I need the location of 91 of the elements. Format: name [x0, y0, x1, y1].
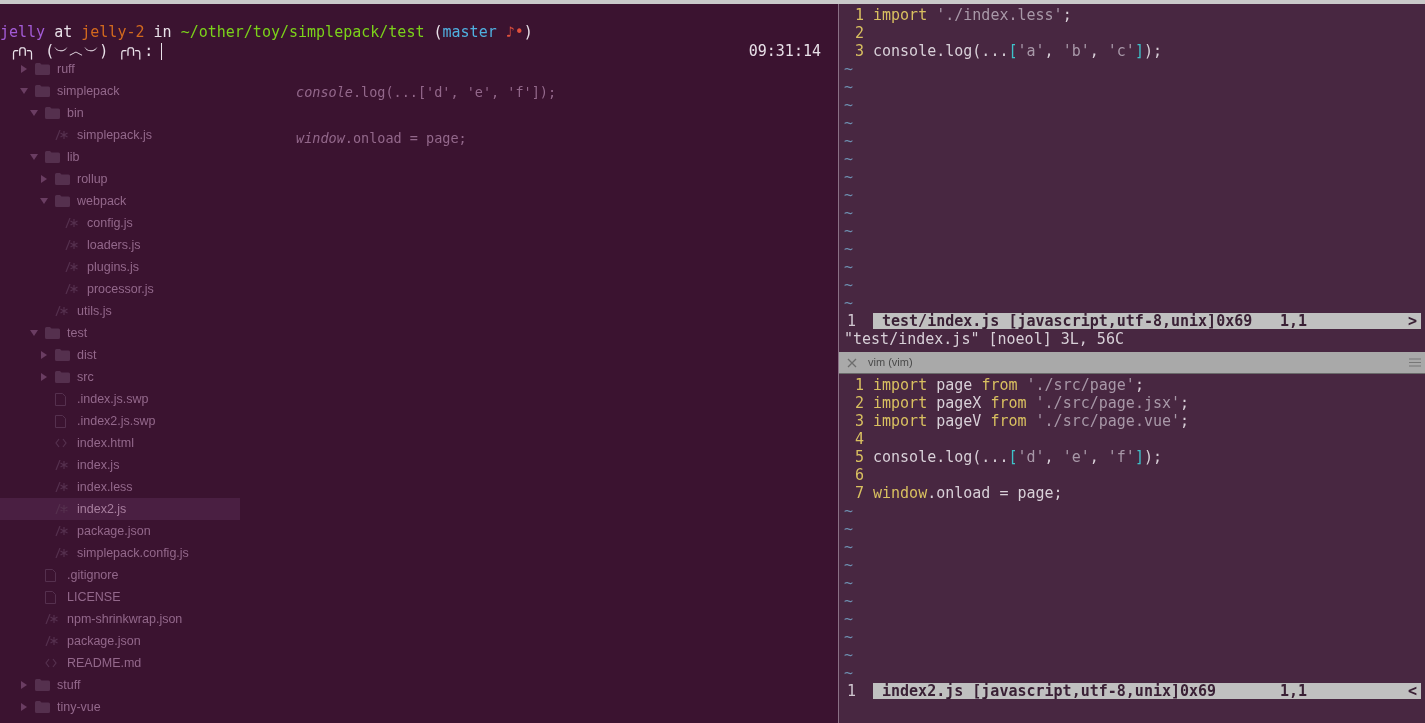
- comment-glyph-icon: [65, 240, 78, 250]
- file-tree-item[interactable]: simplepack.js: [0, 124, 240, 146]
- caret-icon[interactable]: [30, 109, 38, 117]
- file-icon: [55, 392, 66, 406]
- file-tree-item[interactable]: .gitignore: [0, 564, 240, 586]
- file-tree-item[interactable]: LICENSE: [0, 586, 240, 608]
- file-tree-item[interactable]: loaders.js: [0, 234, 240, 256]
- comment-glyph-icon: [55, 460, 68, 470]
- caret-icon[interactable]: [30, 153, 38, 161]
- file-tree-item[interactable]: simplepack.config.js: [0, 542, 240, 564]
- folder-icon: [55, 195, 70, 207]
- file-tree-item[interactable]: index.js: [0, 454, 240, 476]
- comment-glyph-icon: [65, 218, 78, 228]
- caret-icon[interactable]: [20, 65, 28, 73]
- code-line: console.log(...['d', 'e', 'f']);: [296, 83, 557, 103]
- code-line: import pageV from './src/page.vue';: [873, 411, 1190, 432]
- caret-icon[interactable]: [20, 87, 28, 95]
- caret-icon[interactable]: [30, 329, 38, 337]
- clock-time: 09:31:14: [748, 42, 821, 61]
- file-tree-item[interactable]: utils.js: [0, 300, 240, 322]
- code-line: window.onload = page;: [296, 129, 467, 149]
- file-tree-item[interactable]: bin: [0, 102, 240, 124]
- pane-title: vim (vim): [868, 355, 913, 371]
- text-cursor: [161, 43, 163, 60]
- file-tree-item[interactable]: index.html: [0, 432, 240, 454]
- kaomoji-text: ╭∩╮ (︶︿︶) ╭∩╮:: [8, 42, 154, 61]
- folder-icon: [55, 173, 70, 185]
- menu-icon[interactable]: [1409, 358, 1421, 367]
- close-icon[interactable]: [847, 357, 857, 368]
- file-tree-item[interactable]: .index2.js.swp: [0, 410, 240, 432]
- file-tree-item[interactable]: stuff: [0, 674, 240, 696]
- code-brackets-icon: [45, 658, 57, 668]
- folder-icon: [35, 679, 50, 691]
- code-line: console.log(...['a', 'b', 'c']);: [873, 40, 1162, 62]
- code-line: import pageX from './src/page.jsx';: [873, 393, 1190, 414]
- folder-icon: [55, 349, 70, 361]
- file-tree-item[interactable]: .index.js.swp: [0, 388, 240, 410]
- file-tree-item[interactable]: processor.js: [0, 278, 240, 300]
- comment-glyph-icon: [55, 482, 68, 492]
- file-tree-item[interactable]: src: [0, 366, 240, 388]
- file-tree-item[interactable]: index.less: [0, 476, 240, 498]
- code-brackets-icon: [55, 438, 67, 448]
- prompt-line: jelly at jelly-2 in ~/other/toy/simplepack/test (master ♪•): [0, 23, 533, 42]
- caret-icon[interactable]: [40, 373, 48, 381]
- comment-glyph-icon: [55, 548, 68, 558]
- code-line: console.log(...['d', 'e', 'f']);: [873, 446, 1162, 468]
- file-tree-item[interactable]: package.json: [0, 630, 240, 652]
- comment-glyph-icon: [45, 614, 58, 624]
- file-tree-item[interactable]: dist: [0, 344, 240, 366]
- file-tree-item[interactable]: npm-shrinkwrap.json: [0, 608, 240, 630]
- folder-icon: [45, 151, 60, 163]
- file-icon: [45, 568, 56, 582]
- folder-icon: [35, 701, 50, 713]
- file-tree-item[interactable]: README.md: [0, 652, 240, 674]
- file-tree-item[interactable]: config.js: [0, 212, 240, 234]
- file-tree-item[interactable]: tiny-vue: [0, 696, 240, 718]
- caret-icon[interactable]: [40, 197, 48, 205]
- overflow-marker: <: [1407, 680, 1417, 702]
- file-icon: [45, 590, 56, 604]
- folder-icon: [45, 107, 60, 119]
- caret-icon[interactable]: [40, 351, 48, 359]
- file-tree-item[interactable]: lib: [0, 146, 240, 168]
- code-line: window.onload = page;: [873, 482, 1063, 504]
- comment-glyph-icon: [55, 130, 68, 140]
- comment-glyph-icon: [55, 306, 68, 316]
- comment-glyph-icon: [65, 262, 78, 272]
- cursor-position: 1,1: [1280, 680, 1308, 702]
- folder-icon: [45, 327, 60, 339]
- overflow-marker: >: [1407, 310, 1417, 332]
- file-icon: [55, 414, 66, 428]
- caret-icon[interactable]: [20, 703, 28, 711]
- cursor-position: 1,1: [1280, 310, 1308, 332]
- comment-glyph-icon: [55, 526, 68, 536]
- file-tree-item[interactable]: package.json: [0, 520, 240, 542]
- file-tree-item[interactable]: simplepack: [0, 80, 240, 102]
- folder-icon: [35, 85, 50, 97]
- status-file-info: index2.js [javascript,utf-8,unix]0x69: [882, 680, 1218, 702]
- file-tree-item[interactable]: rollup: [0, 168, 240, 190]
- file-tree-item[interactable]: plugins.js: [0, 256, 240, 278]
- message-line: "test/index.js" [noeol] 3L, 56C: [844, 329, 1124, 350]
- folder-icon: [55, 371, 70, 383]
- code-line: import './index.less';: [873, 4, 1072, 26]
- file-tree-item[interactable]: index2.js: [0, 498, 240, 520]
- caret-icon[interactable]: [40, 175, 48, 183]
- file-tree-item[interactable]: test: [0, 322, 240, 344]
- caret-icon[interactable]: [20, 681, 28, 689]
- code-line: import page from './src/page';: [873, 374, 1144, 396]
- folder-icon: [35, 63, 50, 75]
- file-tree-item[interactable]: webpack: [0, 190, 240, 212]
- comment-glyph-icon: [45, 636, 58, 646]
- comment-glyph-icon: [65, 284, 78, 294]
